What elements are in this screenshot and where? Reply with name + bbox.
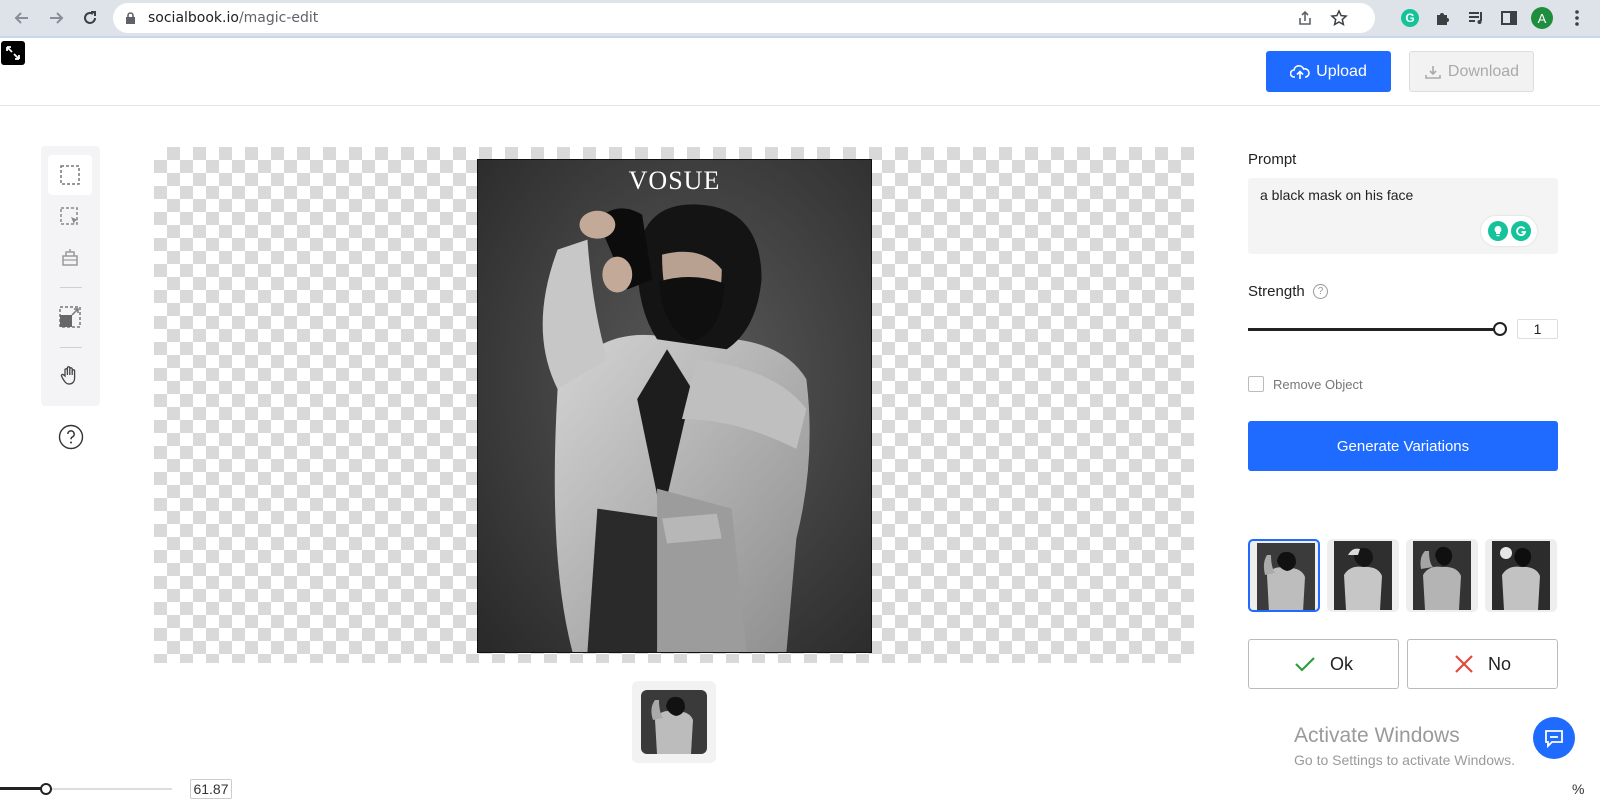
prompt-label: Prompt <box>1248 151 1297 168</box>
star-icon[interactable] <box>1330 9 1348 27</box>
svg-text:G: G <box>1405 11 1414 25</box>
url-host: socialbook.io <box>148 10 239 26</box>
grammarly-widget[interactable] <box>1481 216 1537 246</box>
edited-photo[interactable]: VOSUE <box>477 159 872 653</box>
strength-help-icon[interactable]: ? <box>1313 284 1328 299</box>
strength-slider-track[interactable] <box>1248 328 1500 331</box>
media-icon[interactable] <box>1464 6 1488 30</box>
variation-image <box>1334 541 1392 610</box>
history-thumbnail-image <box>641 690 707 754</box>
back-icon[interactable] <box>10 6 34 30</box>
cloud-upload-icon <box>1290 64 1310 80</box>
eraser-icon[interactable] <box>48 237 92 277</box>
tool-divider <box>60 287 82 288</box>
ok-label: Ok <box>1329 653 1353 674</box>
upload-label: Upload <box>1316 62 1367 80</box>
help-icon[interactable] <box>58 424 84 450</box>
strength-value-input[interactable]: 1 <box>1517 319 1558 339</box>
tool-palette <box>41 146 100 406</box>
activation-watermark-title: Activate Windows <box>1294 724 1460 747</box>
no-button[interactable]: No <box>1407 639 1558 689</box>
download-label: Download <box>1447 62 1520 80</box>
check-icon <box>1294 655 1316 673</box>
reload-icon[interactable] <box>78 6 102 30</box>
browser-toolbar: socialbook.io/magic-edit G A <box>0 0 1600 36</box>
remove-object-checkbox[interactable] <box>1248 376 1264 392</box>
app-header: Upload Download <box>0 38 1600 106</box>
zoom-unit: % <box>1572 781 1585 797</box>
variation-image <box>1413 541 1471 610</box>
variation-image <box>1492 541 1550 610</box>
url-text: socialbook.io/magic-edit <box>148 10 318 26</box>
remove-object-label[interactable]: Remove Object <box>1273 377 1363 392</box>
grammarly-icon[interactable]: G <box>1398 6 1422 30</box>
profile-initial: A <box>1531 7 1553 29</box>
sidebar-icon[interactable] <box>1497 6 1521 30</box>
share-icon[interactable] <box>1296 9 1314 27</box>
ok-button[interactable]: Ok <box>1248 639 1399 689</box>
tool-divider <box>60 347 82 348</box>
bulb-icon <box>1487 221 1508 241</box>
photo-title: VOSUE <box>628 166 721 195</box>
photo-image <box>478 160 871 652</box>
variation-image <box>1257 543 1315 610</box>
download-icon <box>1424 64 1442 80</box>
chat-icon[interactable] <box>1533 717 1575 759</box>
generate-variations-button[interactable]: Generate Variations <box>1248 421 1558 471</box>
prompt-input[interactable]: a black mask on his face <box>1248 178 1558 254</box>
zoom-slider-handle[interactable] <box>40 783 52 795</box>
no-label: No <box>1487 653 1511 674</box>
crop-icon[interactable] <box>48 297 92 337</box>
variation-thumbnail[interactable] <box>1248 539 1320 612</box>
activation-watermark-subtitle: Go to Settings to activate Windows. <box>1294 752 1515 768</box>
upload-button[interactable]: Upload <box>1266 51 1391 92</box>
download-button[interactable]: Download <box>1409 51 1534 92</box>
address-bar[interactable]: socialbook.io/magic-edit <box>113 3 1375 33</box>
menu-dots-icon[interactable] <box>1565 6 1589 30</box>
forward-icon[interactable] <box>44 6 68 30</box>
profile-avatar[interactable]: A <box>1530 6 1554 30</box>
close-icon <box>1454 654 1474 674</box>
zoom-value-input[interactable]: 61.87 <box>190 779 232 799</box>
hand-icon[interactable] <box>48 355 92 395</box>
history-thumbnail[interactable] <box>632 681 716 763</box>
variation-thumbnail[interactable] <box>1327 539 1399 612</box>
grammarly-g-icon <box>1510 221 1531 241</box>
expand-icon[interactable] <box>1 41 25 65</box>
variation-thumbnail[interactable] <box>1485 539 1557 612</box>
strength-slider-handle[interactable] <box>1493 322 1507 336</box>
prompt-text: a black mask on his face <box>1260 187 1414 203</box>
puzzle-icon[interactable] <box>1431 6 1455 30</box>
rect-select-icon[interactable] <box>48 155 92 195</box>
lock-icon <box>125 12 136 25</box>
strength-label: Strength <box>1248 283 1305 300</box>
url-path: /magic-edit <box>238 10 319 26</box>
smart-select-icon[interactable] <box>48 197 92 237</box>
variation-thumbnail[interactable] <box>1406 539 1478 612</box>
